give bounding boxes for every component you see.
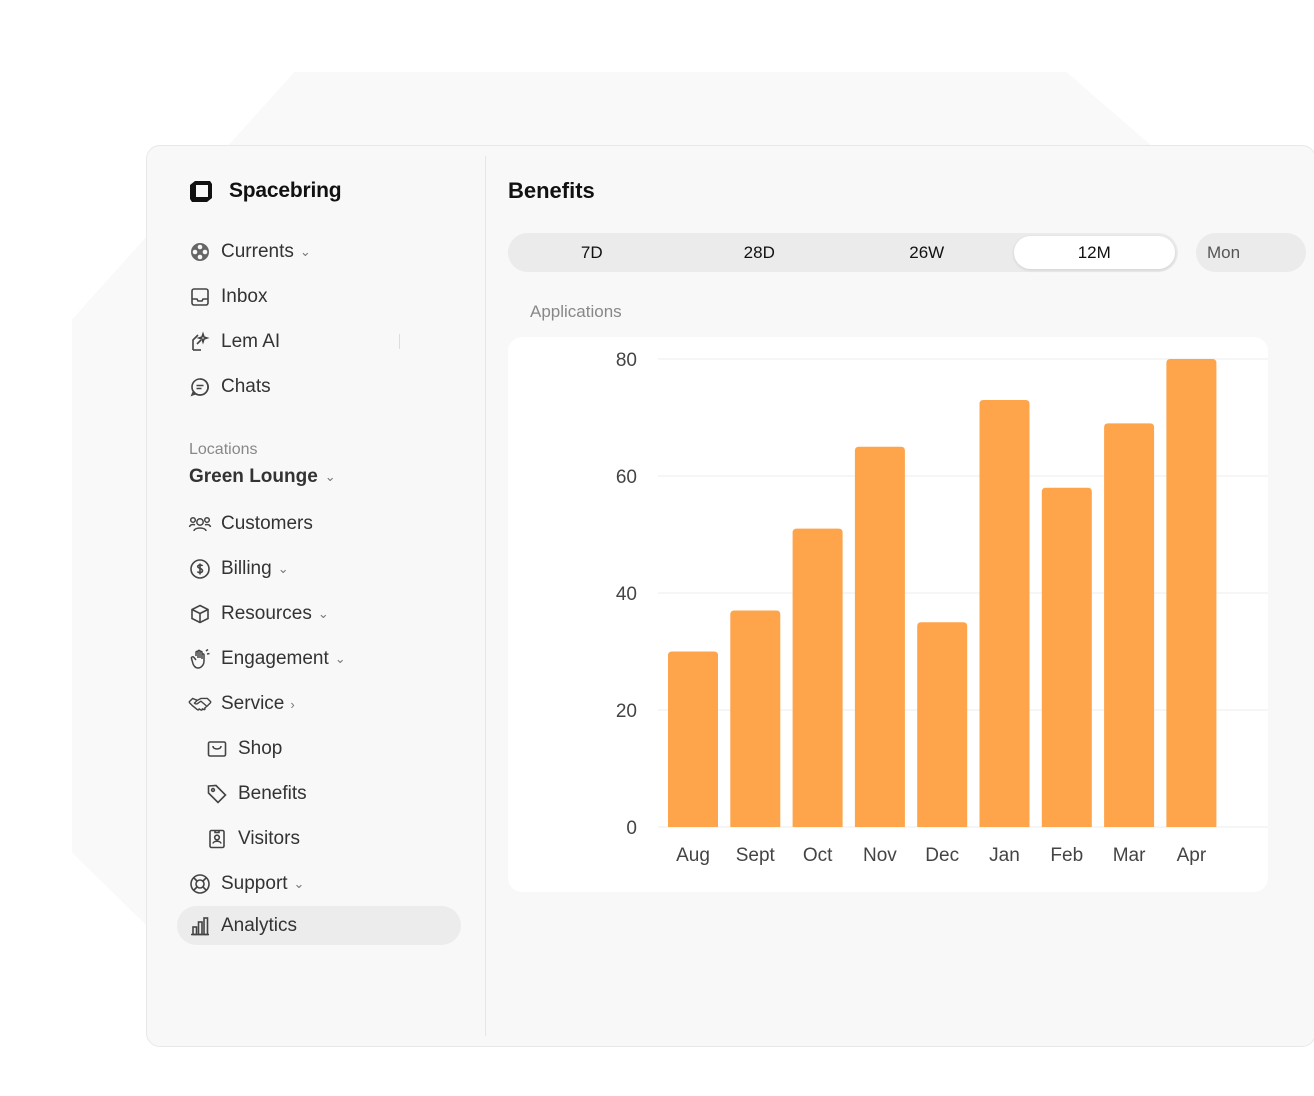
spacebring-logo-icon: [190, 181, 212, 202]
location-name: Green Lounge: [189, 466, 318, 487]
chevron-down-icon: ⌄: [324, 469, 336, 484]
x-tick-label: Aug: [676, 845, 710, 866]
bar-apr[interactable]: [1166, 359, 1217, 827]
sidebar-item-resources[interactable]: Resources ⌄: [188, 596, 329, 632]
sidebar-item-chats[interactable]: Chats: [188, 369, 271, 405]
y-tick-label: 20: [616, 701, 637, 722]
sidebar-item-customers[interactable]: Customers: [188, 506, 313, 542]
cube-icon: [188, 602, 212, 626]
x-tick-label: Nov: [863, 845, 897, 866]
chevron-down-icon: ⌄: [334, 651, 346, 666]
bar-aug[interactable]: [668, 651, 718, 828]
sidebar-item-label: Billing: [221, 558, 272, 579]
main-content: Benefits 7D 28D 26W 12M Mon Applications…: [486, 156, 1314, 1036]
bar-jan[interactable]: [979, 399, 1030, 827]
range-28d-button[interactable]: 28D: [679, 236, 841, 269]
sidebar: Spacebring Currents ⌄ Inbox Lem AI Chats…: [157, 156, 486, 1036]
location-selector[interactable]: Green Lounge ⌄: [189, 466, 336, 488]
sidebar-item-label: Engagement: [221, 648, 329, 669]
inbox-icon: [188, 285, 212, 309]
applications-bar-chart: 0 20 40 60 80 Aug Sept Oct Nov Dec Jan Feb Mar Apr: [616, 350, 1268, 866]
sidebar-item-label: Service: [221, 693, 285, 714]
range-selector: 7D 28D 26W 12M: [508, 233, 1178, 272]
brand-name: Spacebring: [229, 179, 342, 202]
sidebar-item-engagement[interactable]: Engagement ⌄: [188, 641, 346, 677]
sidebar-item-label: Customers: [221, 513, 313, 534]
bar-mar[interactable]: [1104, 423, 1155, 827]
sidebar-item-label: Benefits: [238, 783, 307, 804]
badge-icon: [205, 827, 229, 851]
sidebar-item-service[interactable]: Service ›: [188, 686, 295, 722]
bar-oct[interactable]: [792, 528, 843, 827]
page-title: Benefits: [508, 178, 595, 203]
sidebar-item-support[interactable]: Support ⌄: [188, 866, 304, 902]
chevron-down-icon: ⌄: [317, 606, 329, 621]
brand[interactable]: Spacebring: [188, 178, 342, 204]
range-26w-button[interactable]: 26W: [846, 236, 1008, 269]
y-tick-label: 40: [616, 584, 637, 605]
range-7d-button[interactable]: 7D: [511, 236, 673, 269]
chart-card: 0 20 40 60 80 Aug Sept Oct Nov Dec Jan Feb Mar Apr: [508, 337, 1268, 892]
sidebar-item-label: Visitors: [238, 828, 300, 849]
currents-icon: [188, 240, 212, 264]
sidebar-item-shop[interactable]: Shop: [205, 731, 282, 767]
chat-bubble-icon: [188, 375, 212, 399]
bar-sept[interactable]: [730, 610, 781, 827]
bar-nov[interactable]: [854, 446, 905, 827]
lem-ai-icon: [188, 330, 212, 354]
chart-title: Applications: [530, 302, 622, 321]
chevron-right-icon: ›: [290, 696, 295, 712]
y-tick-label: 0: [626, 818, 637, 839]
sidebar-item-inbox[interactable]: Inbox: [188, 279, 267, 315]
sidebar-item-label: Support: [221, 873, 288, 894]
divider: [399, 334, 400, 349]
x-tick-label: Apr: [1177, 845, 1207, 866]
sidebar-item-label: Currents: [221, 241, 294, 262]
hand-wave-icon: [188, 647, 212, 671]
bar-chart-icon: [188, 914, 212, 938]
x-tick-label: Oct: [803, 845, 833, 866]
y-tick-label: 60: [616, 467, 637, 488]
sidebar-item-label: Shop: [238, 738, 283, 759]
chevron-down-icon: ⌄: [277, 561, 289, 576]
tag-icon: [205, 782, 229, 806]
x-tick-label: Dec: [925, 845, 959, 866]
bar-dec[interactable]: [917, 622, 968, 827]
bar-feb[interactable]: [1041, 487, 1092, 827]
chevron-down-icon: ⌄: [299, 244, 311, 259]
sidebar-item-analytics[interactable]: Analytics: [188, 908, 297, 944]
handshake-icon: [188, 692, 212, 716]
sidebar-item-lem-ai[interactable]: Lem AI: [188, 324, 280, 360]
shop-icon: [205, 737, 229, 761]
lifebuoy-icon: [188, 872, 212, 896]
x-tick-label: Feb: [1050, 845, 1083, 866]
sidebar-item-label: Chats: [221, 376, 271, 397]
sidebar-item-label: Lem AI: [221, 331, 281, 352]
sidebar-item-currents[interactable]: Currents ⌄: [188, 234, 311, 270]
app-window: Spacebring Currents ⌄ Inbox Lem AI Chats…: [146, 145, 1314, 1047]
sidebar-item-visitors[interactable]: Visitors: [205, 821, 300, 857]
sidebar-item-label: Resources: [221, 603, 312, 624]
sidebar-item-label: Inbox: [221, 286, 268, 307]
sidebar-item-benefits[interactable]: Benefits: [205, 776, 307, 812]
users-icon: [188, 512, 212, 536]
x-tick-label: Mar: [1113, 845, 1146, 866]
range-12m-button[interactable]: 12M: [1013, 236, 1175, 269]
sidebar-item-billing[interactable]: Billing ⌄: [188, 551, 289, 587]
dollar-coin-icon: [188, 557, 212, 581]
x-tick-label: Jan: [989, 845, 1020, 866]
sidebar-item-label: Analytics: [221, 915, 298, 936]
y-tick-label: 80: [616, 350, 637, 371]
chevron-down-icon: ⌄: [293, 876, 305, 891]
locations-section-label: Locations: [189, 441, 258, 458]
period-button[interactable]: Mon: [1196, 233, 1306, 272]
x-tick-label: Sept: [736, 845, 776, 866]
